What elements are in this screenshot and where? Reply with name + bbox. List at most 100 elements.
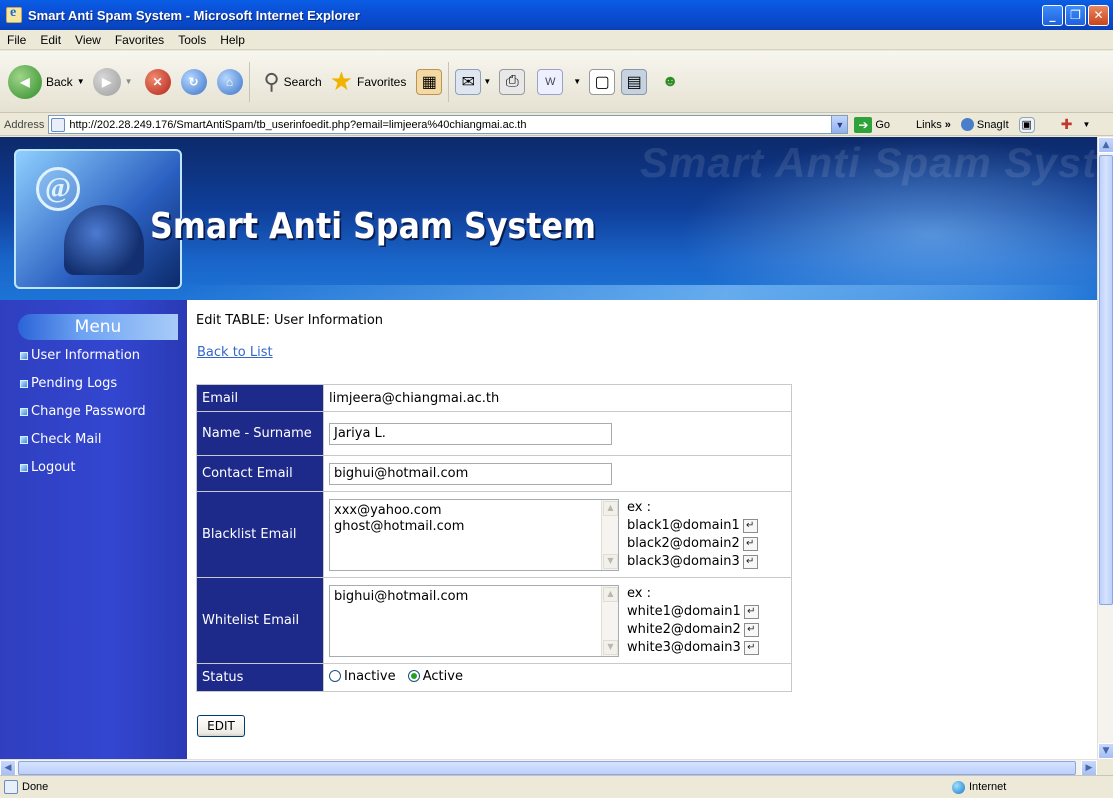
sidebar-item-label: User Information: [31, 348, 141, 363]
contact-email-input[interactable]: bighui@hotmail.com: [329, 462, 612, 485]
example-heading: ex :: [627, 499, 651, 515]
stop-icon[interactable]: ✕: [144, 68, 171, 95]
forward-arrow-icon: ▶: [92, 67, 121, 96]
history-icon[interactable]: ▦: [416, 68, 443, 95]
back-arrow-icon: ◀: [8, 64, 42, 99]
snagit-button[interactable]: SnagIt: [960, 118, 1009, 131]
home-icon[interactable]: ⌂: [216, 68, 243, 95]
example-item: white3@domain3: [627, 639, 741, 655]
scroll-up-icon[interactable]: ▲: [603, 586, 618, 602]
page-vertical-scrollbar[interactable]: ▲ ▼: [1097, 137, 1113, 759]
mail-dropdown-icon[interactable]: ▼: [483, 77, 491, 86]
name-label: Name - Surname: [196, 411, 324, 456]
textarea-scrollbar[interactable]: ▲ ▼: [601, 499, 618, 570]
go-button[interactable]: ➔ Go: [854, 116, 890, 133]
security-zone: Internet: [952, 780, 1006, 794]
sidebar-item-label: Logout: [31, 460, 76, 475]
edit-button[interactable]: EDIT: [197, 715, 245, 737]
refresh-icon[interactable]: ↻: [180, 68, 207, 95]
toolbar-separator: [248, 61, 250, 102]
enter-key-icon: ↵: [743, 622, 759, 637]
research-icon[interactable]: ▤: [621, 68, 648, 95]
menu-file[interactable]: File: [0, 33, 33, 47]
address-dropdown-icon[interactable]: ▼: [831, 116, 848, 133]
search-icon: ⚲: [263, 68, 280, 94]
sidebar-item-check-mail[interactable]: Check Mail: [20, 432, 102, 447]
scroll-thumb[interactable]: [18, 761, 1076, 775]
menu-help[interactable]: Help: [213, 33, 252, 47]
back-dropdown-icon[interactable]: ▼: [77, 77, 85, 86]
page-icon: [51, 117, 66, 132]
forward-dropdown-icon[interactable]: ▼: [125, 77, 133, 86]
bullet-icon: [20, 463, 28, 472]
scroll-up-icon[interactable]: ▲: [603, 500, 618, 516]
sidebar-item-label: Pending Logs: [31, 376, 118, 391]
email-label: Email: [196, 384, 324, 412]
radio-label: Inactive: [344, 668, 396, 684]
site-logo-text: Smart Anti Spam System: [150, 206, 596, 247]
favorites-button[interactable]: ★ Favorites: [330, 66, 407, 97]
contact-email-value: bighui@hotmail.com: [334, 466, 469, 481]
search-button[interactable]: ⚲ Search: [264, 69, 322, 95]
menu-view[interactable]: View: [68, 33, 108, 47]
extension-dropdown-icon[interactable]: ▼: [1082, 120, 1090, 129]
sidebar-item-pending-logs[interactable]: Pending Logs: [20, 376, 117, 391]
blacklist-textarea[interactable]: xxx@yahoo.com ghost@hotmail.com ▲ ▼: [329, 498, 619, 571]
forward-button[interactable]: ▶ ▼: [92, 67, 133, 96]
status-inactive-radio[interactable]: Inactive: [329, 669, 396, 684]
address-input[interactable]: http://202.28.249.176/SmartAntiSpam/tb_u…: [48, 115, 849, 134]
bullet-icon: [20, 435, 28, 444]
sidebar-item-change-password[interactable]: Change Password: [20, 404, 146, 419]
name-surname-input[interactable]: Jariya L.: [329, 422, 612, 445]
whitelist-email-label: Whitelist Email: [196, 577, 324, 664]
example-item: white1@domain1: [627, 603, 741, 619]
row-whitelist: Whitelist Email bighui@hotmail.com ▲ ▼ e…: [196, 577, 792, 664]
radio-circle-selected: [407, 670, 420, 683]
word-edit-icon[interactable]: W: [537, 68, 564, 95]
enter-key-icon: ↵: [742, 536, 758, 551]
scroll-corner: [1097, 759, 1113, 775]
site-banner: Smart Anti Spam System @ Smart Anti Spam…: [0, 137, 1097, 300]
row-status: Status Inactive Active: [196, 663, 792, 692]
enter-key-icon: ↵: [742, 554, 758, 569]
close-button[interactable]: ✕: [1088, 4, 1109, 26]
print-icon[interactable]: ⎙: [499, 68, 526, 95]
snagit-capture-icon[interactable]: ▣: [1018, 116, 1035, 133]
menu-edit[interactable]: Edit: [33, 33, 68, 47]
messenger-icon[interactable]: ☻: [657, 69, 683, 95]
back-to-list-link[interactable]: Back to List: [197, 345, 273, 360]
at-sign-icon: @: [36, 167, 80, 211]
scroll-thumb[interactable]: [1099, 155, 1113, 605]
example-item: black2@domain2: [627, 535, 740, 551]
bullet-icon: [20, 351, 28, 360]
menu-tools[interactable]: Tools: [171, 33, 213, 47]
scroll-down-icon[interactable]: ▼: [603, 639, 618, 655]
toolbar-extension-icon[interactable]: ✚: [1061, 116, 1073, 133]
enter-key-icon: ↵: [743, 604, 759, 619]
scroll-right-icon[interactable]: ▶: [1081, 760, 1097, 776]
sidebar-item-logout[interactable]: Logout: [20, 460, 76, 475]
links-button[interactable]: Links »: [916, 119, 951, 131]
back-button[interactable]: ◀ Back ▼: [8, 64, 85, 99]
whitelist-textarea[interactable]: bighui@hotmail.com ▲ ▼: [329, 584, 619, 657]
minimize-button[interactable]: _: [1042, 4, 1063, 26]
textarea-scrollbar[interactable]: ▲ ▼: [601, 585, 618, 656]
scroll-up-icon[interactable]: ▲: [1098, 137, 1113, 153]
go-arrow-icon: ➔: [854, 116, 873, 133]
face-graphic: [64, 205, 144, 275]
sidebar-item-user-information[interactable]: User Information: [20, 348, 140, 363]
mail-icon[interactable]: ✉: [455, 68, 482, 95]
scroll-down-icon[interactable]: ▼: [1098, 743, 1113, 759]
menu-title: Menu: [18, 314, 178, 340]
menu-favorites[interactable]: Favorites: [108, 33, 171, 47]
user-info-form: Email limjeera@chiangmai.ac.th Name - Su…: [196, 384, 792, 692]
window-title-bar: Smart Anti Spam System - Microsoft Inter…: [0, 0, 1113, 30]
scroll-left-icon[interactable]: ◀: [0, 760, 16, 776]
email-value: limjeera@chiangmai.ac.th: [323, 384, 792, 412]
edit-dropdown-icon[interactable]: ▼: [573, 77, 581, 86]
page-horizontal-scrollbar[interactable]: ◀ ▶: [0, 759, 1097, 776]
discuss-icon[interactable]: ▢: [589, 68, 616, 95]
status-active-radio[interactable]: Active: [407, 669, 463, 684]
maximize-button[interactable]: ❐: [1065, 4, 1086, 26]
scroll-down-icon[interactable]: ▼: [603, 553, 618, 569]
